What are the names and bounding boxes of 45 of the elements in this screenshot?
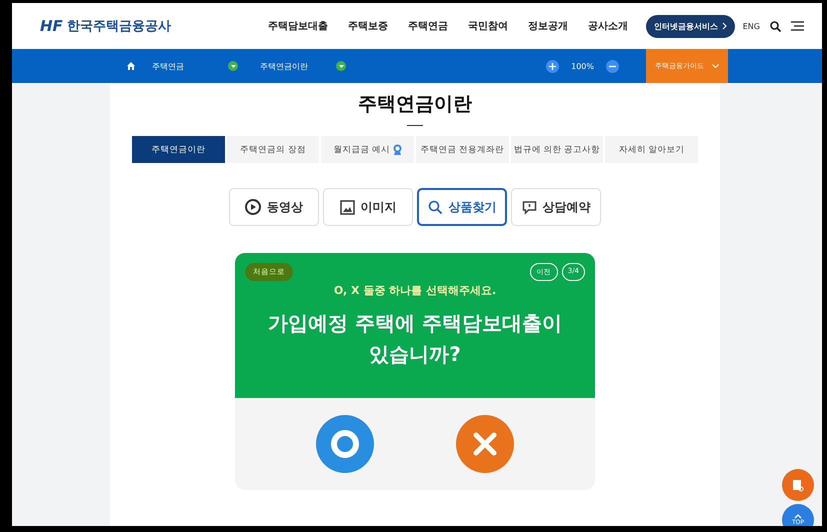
image-icon: [340, 200, 354, 214]
zoom-in-button[interactable]: [546, 60, 560, 72]
caret-icon: [338, 64, 344, 68]
nav-link[interactable]: 주택연금: [408, 19, 448, 33]
page-title: 주택연금이란: [358, 92, 472, 117]
cross-icon: [473, 432, 497, 456]
tab[interactable]: 주택연금이란: [132, 136, 225, 163]
zoom-out-button[interactable]: [606, 60, 619, 72]
tab[interactable]: 주택연금의 장점: [226, 136, 320, 163]
content-button[interactable]: 이미지: [323, 188, 413, 226]
capture-button[interactable]: [782, 469, 814, 501]
chevron-icon: [722, 22, 727, 30]
tab[interactable]: 자세히 알아보기: [605, 136, 698, 163]
question-text: 가입예정 주택에 주택담보대출이 있습니까?: [267, 310, 563, 368]
nav-link[interactable]: 정보공개: [528, 19, 568, 33]
zoom-level: 100%: [571, 62, 594, 70]
logo-mark[interactable]: HF: [40, 17, 63, 35]
circle-icon: [330, 429, 360, 459]
search-icon: [428, 200, 442, 214]
breadcrumb-link[interactable]: 주택연금: [144, 60, 238, 72]
chevron-up-icon: [794, 514, 802, 519]
nav-link[interactable]: 주택담보대출: [268, 19, 328, 33]
plus-icon: [549, 62, 556, 70]
menu-icon[interactable]: [791, 21, 804, 31]
search-icon[interactable]: [770, 20, 781, 32]
tab[interactable]: 월지급금 예시: [321, 136, 414, 163]
chevron-down-icon: [712, 64, 719, 68]
tab[interactable]: 법규에 의한 공고사항: [510, 136, 604, 163]
tab[interactable]: 주택연금 전용계좌란: [416, 136, 509, 163]
language-link[interactable]: ENG: [742, 22, 760, 30]
play-icon: [245, 199, 261, 215]
nav-link[interactable]: 국민참여: [468, 19, 508, 33]
content-button[interactable]: 상담예약: [511, 188, 601, 226]
home-icon[interactable]: [127, 62, 135, 70]
logo-text[interactable]: 한국주택금융공사: [66, 17, 171, 35]
content-button[interactable]: 동영상: [229, 188, 319, 226]
service-button[interactable]: 인터넷금융서비스: [646, 14, 735, 38]
instruction-text: O, X 둘중 하나를 선택해주세요.: [334, 283, 496, 298]
chat-icon: [522, 200, 536, 214]
content-button[interactable]: 상품찾기: [417, 188, 507, 226]
document-icon: [792, 478, 804, 492]
breadcrumb-link[interactable]: 주택연금이란: [252, 60, 346, 72]
caret-icon: [230, 64, 236, 68]
nav-link[interactable]: 주택보증: [348, 19, 388, 33]
nav-link[interactable]: 공사소개: [588, 19, 628, 33]
